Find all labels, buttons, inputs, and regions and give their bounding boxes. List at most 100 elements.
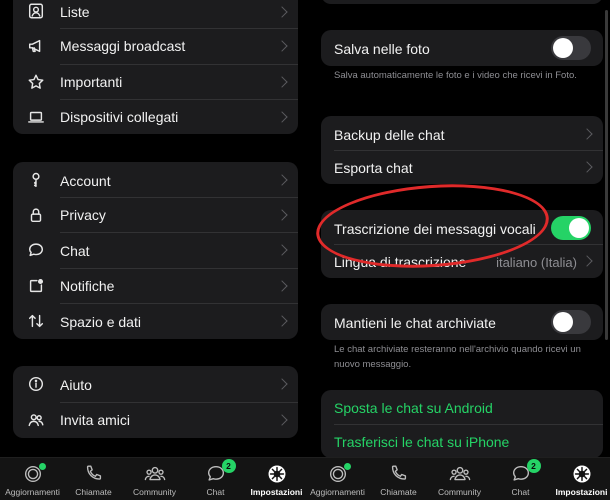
- star-icon: [26, 72, 46, 92]
- settings-item-storage[interactable]: Spazio e dati: [13, 303, 298, 339]
- laptop-icon: [26, 107, 46, 127]
- settings-item-transcription-language[interactable]: Lingua di trascrizione italiano (Italia): [321, 244, 603, 278]
- settings-item-linked-devices[interactable]: Dispositivi collegati: [13, 99, 298, 134]
- chevron-right-icon: [581, 161, 593, 173]
- settings-group-save-photos: Salva nelle foto: [321, 30, 603, 66]
- settings-item-chat[interactable]: Chat: [13, 232, 298, 268]
- new-updates-dot: [343, 463, 351, 470]
- tab-chats[interactable]: 2 Chat: [490, 458, 551, 500]
- tab-label: Chat: [206, 487, 225, 497]
- scrollbar[interactable]: [605, 10, 608, 340]
- tab-updates[interactable]: Aggiornamenti: [307, 458, 368, 500]
- transcription-language-value: italiano (Italia): [496, 255, 577, 270]
- settings-group-backup: Backup delle chat Esporta chat: [321, 116, 603, 184]
- tab-community[interactable]: Community: [429, 458, 490, 500]
- save-photos-toggle[interactable]: [551, 36, 591, 60]
- settings-panel-left: Liste Messaggi broadcast Importanti Disp…: [0, 0, 305, 500]
- transcription-toggle[interactable]: [551, 216, 591, 240]
- updates-icon: [326, 463, 351, 485]
- settings-item-broadcast[interactable]: Messaggi broadcast: [13, 28, 298, 64]
- save-photos-note: Salva automaticamente le foto e i video …: [334, 70, 577, 81]
- settings-group-lists: Liste Messaggi broadcast Importanti Disp…: [13, 0, 298, 134]
- chevron-right-icon: [581, 128, 593, 140]
- settings-item-keep-archived[interactable]: Mantieni le chat archiviate: [321, 304, 603, 340]
- chats-icon: 2: [204, 459, 236, 485]
- phone-icon: [387, 463, 411, 485]
- tab-label: Chiamate: [380, 487, 417, 497]
- chevron-right-icon: [276, 76, 288, 88]
- chevron-right-icon: [276, 280, 288, 292]
- chats-icon: 2: [509, 459, 541, 485]
- settings-panel-right: Salva nelle foto Salva automaticamente l…: [305, 0, 610, 500]
- settings-item-transcription[interactable]: Trascrizione dei messaggi vocali: [321, 210, 603, 244]
- settings-item-label: Notifiche: [60, 278, 115, 294]
- settings-item-label: Liste: [60, 4, 90, 20]
- settings-item-label: Lingua di trascrizione: [334, 254, 467, 270]
- settings-item-export[interactable]: Esporta chat: [321, 150, 603, 184]
- settings-item-label: Chat: [60, 243, 90, 259]
- settings-group-account: Account Privacy Chat Notifiche Spazio e …: [13, 162, 298, 339]
- settings-item-starred[interactable]: Importanti: [13, 64, 298, 99]
- settings-item-label: Account: [60, 173, 111, 189]
- tab-label: Impostazioni: [250, 487, 303, 497]
- community-icon: [143, 463, 167, 485]
- settings-item-label: Messaggi broadcast: [60, 38, 186, 54]
- settings-item-label: Dispositivi collegati: [60, 109, 179, 125]
- settings-item-backup[interactable]: Backup delle chat: [321, 116, 603, 150]
- settings-item-label: Salva nelle foto: [334, 41, 430, 57]
- tab-calls[interactable]: Chiamate: [63, 458, 124, 500]
- tab-label: Chat: [511, 487, 530, 497]
- tab-calls[interactable]: Chiamate: [368, 458, 429, 500]
- settings-item-notifications[interactable]: Notifiche: [13, 268, 298, 303]
- tab-label: Impostazioni: [555, 487, 608, 497]
- tab-settings[interactable]: Impostazioni: [551, 458, 610, 500]
- tab-bar: Aggiornamenti Chiamate Community 2 Chat: [305, 457, 610, 500]
- settings-item-label: Spazio e dati: [60, 314, 141, 330]
- chevron-right-icon: [276, 414, 288, 426]
- settings-item-account[interactable]: Account: [13, 162, 298, 197]
- unread-badge: 2: [221, 459, 236, 473]
- tab-community[interactable]: Community: [124, 458, 185, 500]
- settings-item-label: Mantieni le chat archiviate: [334, 315, 496, 331]
- unread-badge: 2: [526, 459, 541, 473]
- chevron-right-icon: [276, 111, 288, 123]
- chevron-right-icon: [276, 315, 288, 327]
- data-arrows-icon: [26, 311, 46, 331]
- tab-settings[interactable]: Impostazioni: [246, 458, 305, 500]
- info-icon: [26, 374, 46, 394]
- chevron-right-icon: [276, 378, 288, 390]
- tab-label: Aggiornamenti: [5, 487, 60, 497]
- chevron-right-icon: [276, 244, 288, 256]
- transfer-chats-iphone-link[interactable]: Trasferisci le chat su iPhone: [321, 424, 603, 458]
- settings-item-invite[interactable]: Invita amici: [13, 402, 298, 438]
- updates-icon: [21, 463, 46, 485]
- settings-group-top: [321, 0, 603, 4]
- move-chats-android-link[interactable]: Sposta le chat su Android: [321, 390, 603, 424]
- community-icon: [448, 463, 472, 485]
- settings-item-label: Sposta le chat su Android: [334, 400, 493, 416]
- megaphone-icon: [26, 36, 46, 56]
- settings-group-archived: Mantieni le chat archiviate: [321, 304, 603, 340]
- settings-item-label: Trascrizione dei messaggi vocali: [334, 221, 536, 237]
- tab-bar: Aggiornamenti Chiamate Community 2 Chat: [0, 457, 305, 500]
- settings-icon: [265, 463, 289, 485]
- chevron-right-icon: [276, 40, 288, 52]
- settings-item-save-photos[interactable]: Salva nelle foto: [321, 30, 603, 66]
- tab-label: Aggiornamenti: [310, 487, 365, 497]
- settings-item-label: Trasferisci le chat su iPhone: [334, 434, 510, 450]
- settings-group-help: Aiuto Invita amici: [13, 366, 298, 438]
- new-updates-dot: [38, 463, 46, 470]
- tab-chats[interactable]: 2 Chat: [185, 458, 246, 500]
- settings-item-label: Backup delle chat: [334, 127, 445, 143]
- settings-item-label: Importanti: [60, 74, 123, 90]
- settings-group-transfer: Sposta le chat su Android Trasferisci le…: [321, 390, 603, 458]
- keep-archived-toggle[interactable]: [551, 310, 591, 334]
- phone-icon: [82, 463, 106, 485]
- chat-bubble-icon: [26, 240, 46, 260]
- settings-item-privacy[interactable]: Privacy: [13, 197, 298, 232]
- chevron-right-icon: [276, 6, 288, 18]
- tab-updates[interactable]: Aggiornamenti: [2, 458, 63, 500]
- lock-icon: [26, 205, 46, 225]
- settings-item-help[interactable]: Aiuto: [13, 366, 298, 402]
- tab-label: Community: [438, 487, 481, 497]
